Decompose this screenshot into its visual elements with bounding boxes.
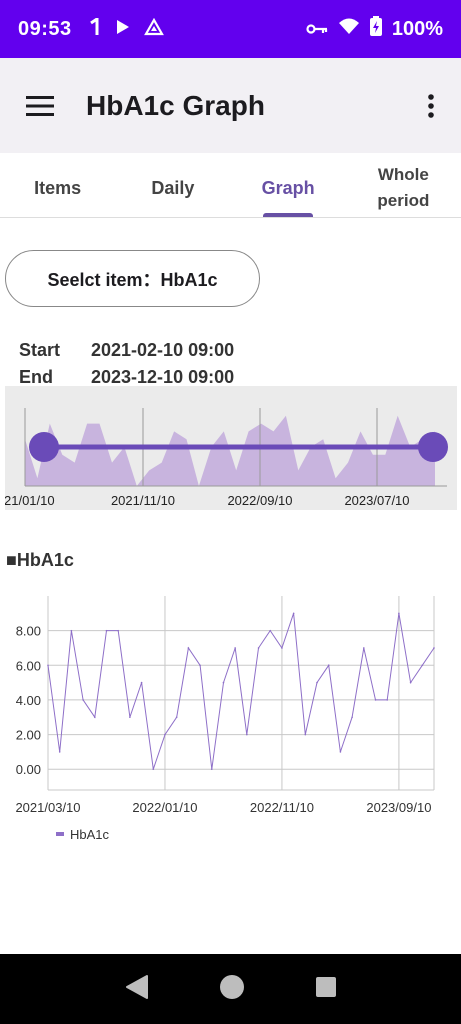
notification-app-icon (88, 15, 102, 41)
date-range: Start 2021-02-10 09:00 End 2023-12-10 09… (19, 337, 234, 391)
play-icon (116, 19, 130, 40)
range-tick-label: 2022/09/10 (227, 493, 292, 508)
y-tick-label: 0.00 (16, 762, 41, 777)
start-value: 2021-02-10 09:00 (91, 340, 235, 360)
wifi-icon (338, 17, 360, 41)
x-tick-label: 2022/01/10 (132, 800, 197, 815)
data-point (257, 647, 260, 649)
vpn-key-icon (306, 18, 328, 41)
data-point (58, 751, 61, 753)
range-area (25, 415, 435, 486)
drive-icon (143, 17, 164, 41)
tab-daily[interactable]: Daily (115, 158, 230, 217)
data-point (105, 629, 108, 632)
data-point (327, 664, 330, 667)
data-point (210, 768, 213, 771)
data-point (374, 699, 377, 701)
home-circle-icon (219, 974, 244, 999)
x-tick-label: 2023/09/10 (366, 800, 431, 815)
tab-label: Graph (261, 177, 315, 198)
range-end-handle (418, 432, 448, 462)
data-point (129, 716, 131, 719)
data-point (409, 681, 412, 684)
data-point (117, 629, 119, 632)
status-system-icons: 100% (306, 16, 443, 42)
tab-graph[interactable]: Graph (231, 158, 346, 217)
tab-label: Daily (151, 177, 195, 198)
more-vert-icon (428, 93, 434, 118)
tab-label: Whole period (377, 164, 430, 210)
series-line-hba1c (47, 613, 435, 770)
data-point (82, 699, 84, 701)
legend-swatch (56, 832, 64, 836)
tab-label: Items (34, 177, 82, 198)
range-start-handle (29, 432, 59, 462)
data-point (398, 612, 400, 615)
x-tick-label: 2021/03/10 (15, 800, 80, 815)
data-point (199, 664, 201, 667)
data-point (164, 733, 166, 736)
status-notification-icons (88, 15, 164, 41)
start-label: Start (19, 340, 61, 360)
y-tick-label: 2.00 (16, 728, 41, 743)
data-point (246, 733, 248, 736)
y-tick-label: 6.00 (16, 658, 41, 673)
data-point (316, 681, 318, 684)
app-bar: HbA1c Graph (0, 58, 461, 153)
data-point (70, 629, 73, 632)
x-tick-label: 2022/11/10 (250, 800, 314, 815)
data-point (187, 647, 190, 649)
data-point (421, 664, 424, 667)
back-button[interactable] (125, 974, 149, 1005)
data-point (351, 716, 353, 719)
data-point (304, 733, 307, 736)
data-point (222, 681, 225, 684)
back-triangle-icon (125, 974, 148, 999)
recents-square-icon (315, 976, 336, 997)
hamburger-menu-icon (26, 95, 54, 116)
hba1c-chart: 0.00 2.00 4.00 6.00 8.00 2021/03/10 2022/01/10… (0, 590, 461, 850)
recents-button[interactable] (315, 976, 337, 1003)
data-point (281, 647, 283, 649)
more-options-button[interactable] (401, 58, 461, 153)
data-point (152, 768, 155, 771)
data-point (363, 647, 365, 649)
data-point (140, 681, 143, 684)
system-navigation-bar (0, 954, 461, 1024)
tab-bar: Items Daily Graph Whole period (0, 158, 461, 218)
data-point (339, 751, 342, 753)
tab-items[interactable]: Items (0, 158, 115, 217)
menu-button[interactable] (0, 58, 80, 153)
section-title: ■HbA1c (6, 550, 74, 570)
status-bar: 09:53 100% (0, 0, 461, 58)
range-selector[interactable]: 21/01/10 2021/11/10 2022/09/10 2023/07/10 (4, 386, 457, 510)
y-tick-label: 4.00 (16, 693, 41, 708)
legend-label: HbA1c (70, 827, 110, 842)
tab-whole-period[interactable]: Whole period (346, 158, 461, 217)
battery-percent: 100% (391, 17, 443, 40)
tab-active-indicator (263, 213, 314, 217)
hba1c-line-chart: 0.00 2.00 4.00 6.00 8.00 2021/03/10 2022/01/10… (15, 596, 435, 842)
data-point (47, 664, 49, 667)
status-time: 09:53 (18, 17, 72, 40)
data-point (269, 629, 272, 632)
range-tick-label: 2023/07/10 (344, 493, 409, 508)
page-title: HbA1c Graph (86, 89, 265, 121)
data-point (386, 699, 389, 701)
data-point (433, 647, 435, 649)
select-item-button[interactable]: Seelct item：HbA1c (5, 250, 260, 307)
range-selector-chart: 21/01/10 2021/11/10 2022/09/10 2023/07/10 (4, 408, 448, 508)
range-tick-label: 2021/11/10 (111, 493, 175, 508)
data-point (175, 716, 178, 719)
battery-icon (369, 16, 382, 42)
data-point (234, 647, 236, 649)
data-point (93, 716, 96, 719)
data-point (292, 612, 295, 615)
home-button[interactable] (219, 974, 245, 1005)
range-tick-label: 21/01/10 (5, 493, 55, 508)
y-tick-label: 8.00 (16, 624, 41, 639)
